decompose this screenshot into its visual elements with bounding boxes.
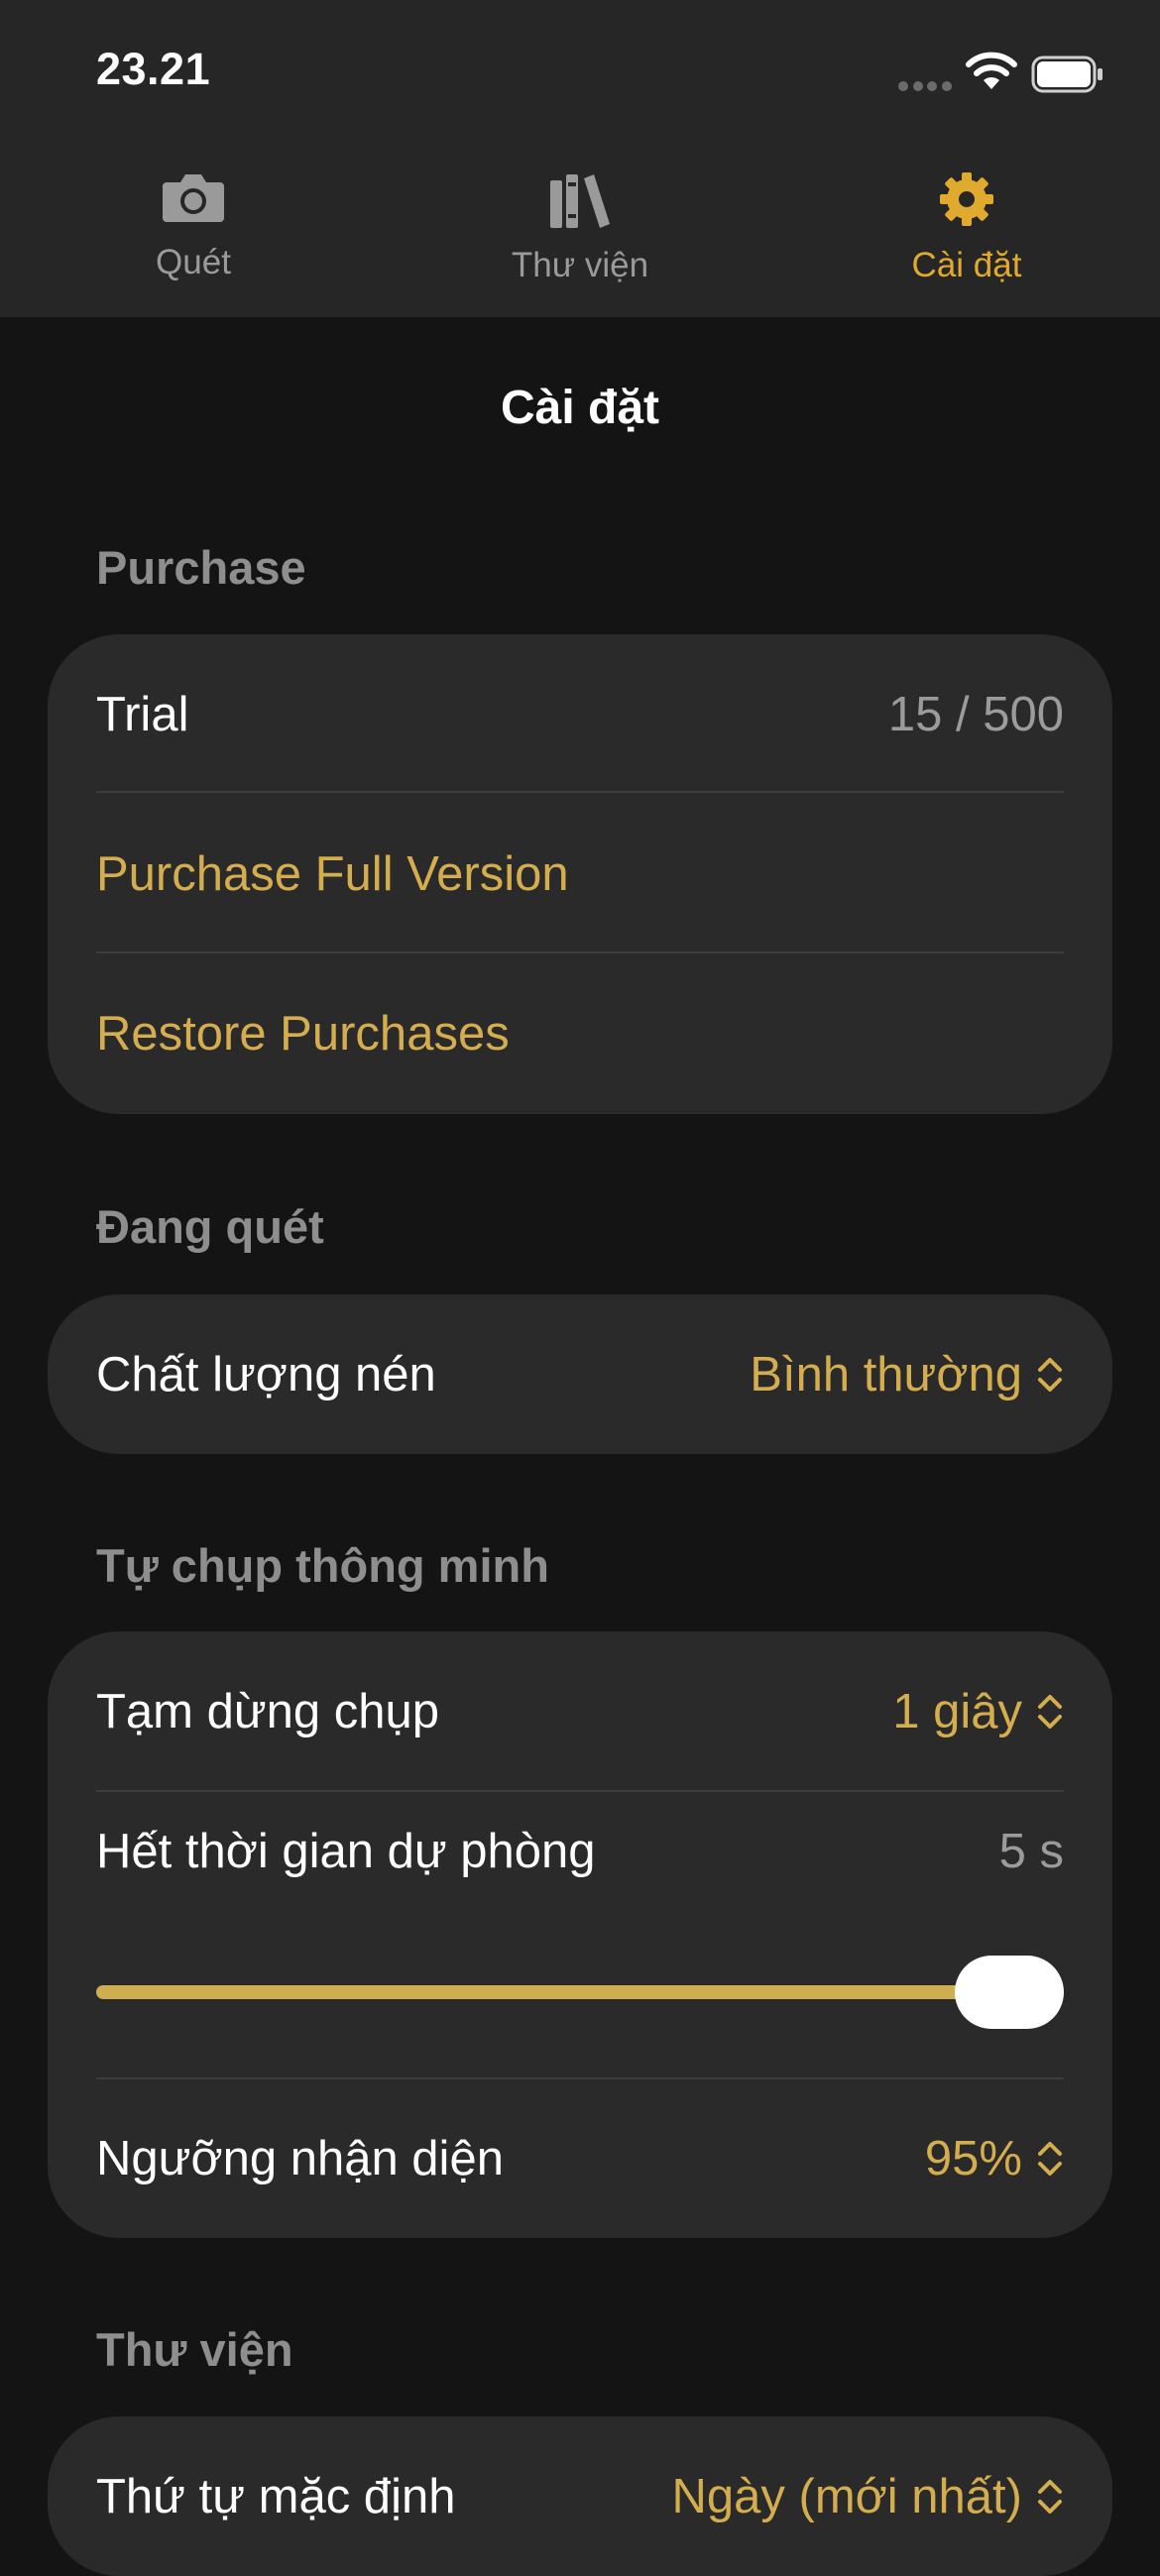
gear-icon [940, 172, 993, 226]
trial-label: Trial [96, 687, 189, 741]
wifi-icon [966, 52, 1017, 89]
purchase-card: Trial 15 / 500 Purchase Full Version Res… [48, 634, 1112, 1114]
trial-row: Trial 15 / 500 [96, 634, 1064, 794]
library-icon [550, 174, 610, 228]
tab-library-label: Thư viện [511, 246, 649, 284]
compression-quality-picker[interactable]: Bình thường [750, 1347, 1064, 1402]
compression-quality-value: Bình thường [750, 1347, 1022, 1401]
purchase-full-version-button[interactable]: Purchase Full Version [96, 794, 1064, 953]
section-header-smart-capture: Tự chụp thông minh [96, 1539, 549, 1592]
cellular-signal-icon [898, 81, 952, 91]
purchase-full-version-label: Purchase Full Version [96, 846, 569, 901]
trial-count: 15 / 500 [887, 687, 1064, 741]
battery-icon [1031, 56, 1102, 93]
default-order-label: Thứ tự mặc định [96, 2469, 456, 2523]
page-title: Cài đặt [500, 382, 660, 434]
top-bar: 23.21 Quét Thư viện Cài đặt [0, 0, 1160, 317]
camera-icon [163, 174, 224, 222]
tab-scan-label: Quét [156, 243, 231, 281]
chevron-up-down-icon [1038, 1357, 1062, 1392]
compression-quality-label: Chất lượng nén [96, 1347, 436, 1401]
restore-purchases-button[interactable]: Restore Purchases [96, 953, 1064, 1113]
slider-fill [96, 1985, 1009, 1999]
section-header-purchase: Purchase [96, 541, 306, 594]
detection-threshold-picker[interactable]: 95% [925, 2131, 1064, 2186]
default-order-value: Ngày (mới nhất) [671, 2469, 1022, 2523]
tab-settings[interactable]: Cài đặt [773, 159, 1160, 297]
fallback-timeout-slider[interactable] [96, 1956, 1064, 2029]
fallback-timeout-label: Hết thời gian dự phòng [96, 1825, 596, 1878]
capture-pause-picker[interactable]: 1 giây [892, 1684, 1064, 1739]
status-time: 23.21 [96, 44, 211, 94]
detection-threshold-row[interactable]: Ngưỡng nhận diện 95% [96, 2078, 1064, 2238]
default-order-row[interactable]: Thứ tự mặc định Ngày (mới nhất) [96, 2416, 1064, 2576]
tab-library[interactable]: Thư viện [387, 159, 773, 297]
detection-threshold-value: 95% [924, 2131, 1022, 2185]
tab-bar: Quét Thư viện Cài đặt [0, 159, 1160, 297]
capture-pause-value: 1 giây [892, 1684, 1022, 1738]
restore-purchases-label: Restore Purchases [96, 1006, 510, 1061]
fallback-timeout-value: 5 s [998, 1825, 1064, 1878]
capture-pause-label: Tạm dừng chụp [96, 1684, 440, 1738]
smart-capture-card: Tạm dừng chụp 1 giây Hết thời gian dự ph… [48, 1631, 1112, 2238]
detection-threshold-label: Ngưỡng nhận diện [96, 2131, 504, 2185]
chevron-up-down-icon [1038, 2479, 1062, 2514]
divider [96, 791, 1064, 793]
scanning-card: Chất lượng nén Bình thường [48, 1294, 1112, 1454]
fallback-timeout-row: Hết thời gian dự phòng 5 s [96, 1792, 1064, 1911]
chevron-up-down-icon [1038, 2141, 1062, 2176]
tab-scan[interactable]: Quét [0, 159, 387, 297]
library-card: Thứ tự mặc định Ngày (mới nhất) [48, 2416, 1112, 2576]
tab-settings-label: Cài đặt [911, 246, 1022, 284]
default-order-picker[interactable]: Ngày (mới nhất) [672, 2469, 1064, 2524]
section-header-library: Thư viện [96, 2323, 293, 2376]
slider-thumb[interactable] [955, 1956, 1064, 2029]
chevron-up-down-icon [1038, 1694, 1062, 1729]
capture-pause-row[interactable]: Tạm dừng chụp 1 giây [96, 1631, 1064, 1791]
compression-quality-row[interactable]: Chất lượng nén Bình thường [96, 1294, 1064, 1454]
section-header-scanning: Đang quét [96, 1200, 324, 1253]
